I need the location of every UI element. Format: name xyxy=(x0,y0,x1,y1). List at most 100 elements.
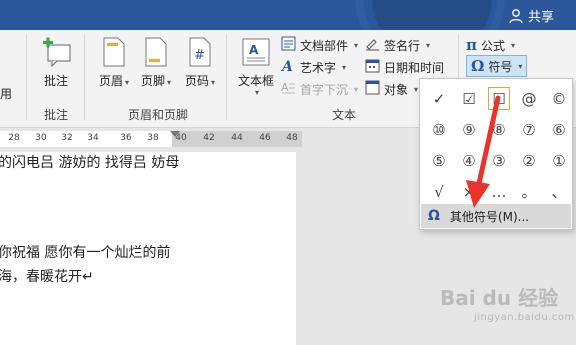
page-number-button[interactable]: # 页码 ▾ xyxy=(182,34,218,98)
symbol-cell[interactable]: ② xyxy=(514,145,544,176)
comment-button[interactable]: 批注 xyxy=(36,34,76,98)
symbol-cell[interactable]: ③ xyxy=(484,145,514,176)
baidu-watermark: Bai du 经验 xyxy=(440,286,559,310)
doc-parts-icon xyxy=(281,36,296,54)
svg-text:A: A xyxy=(249,43,259,57)
symbol-cell[interactable]: ☑ xyxy=(454,83,484,114)
svg-text:#: # xyxy=(194,48,205,63)
symbol-cell[interactable]: ✓ xyxy=(424,83,454,114)
more-symbols-menu-item[interactable]: Ω 其他符号(M)... xyxy=(421,204,571,228)
baidu-watermark-url: jingyan.baidu.com xyxy=(474,312,575,323)
pi-icon: π xyxy=(466,36,477,54)
dropcap-text: 首字下沉 xyxy=(300,82,349,97)
chevron-down-icon: ▾ xyxy=(211,78,216,87)
symbol-cell[interactable]: √ xyxy=(424,176,454,207)
symbol-text: 符号 xyxy=(488,59,513,74)
symbol-grid: ✓ ☑ ☐ @ © ⑩ ⑨ ⑧ ⑦ ⑥ ⑤ ④ ③ ② ① √ × … 。 、 xyxy=(424,83,574,207)
ruler-tick: 44 xyxy=(231,133,243,143)
header-footer-group-label: 页眉和页脚 xyxy=(127,108,188,122)
dropcap-icon: A xyxy=(281,80,296,98)
calendar-icon xyxy=(365,58,380,76)
document-line: 海，春暖花开↵ xyxy=(0,269,94,285)
wordart-button[interactable]: A 艺术字 ▾ xyxy=(280,56,347,78)
footer-label: 页脚 ▾ xyxy=(141,72,171,89)
symbol-button[interactable]: Ω 符号 ▾ xyxy=(466,55,528,77)
equation-button[interactable]: π 公式 ▾ xyxy=(466,34,515,56)
symbol-cell[interactable]: © xyxy=(544,83,574,114)
textbox-button[interactable]: A 文本框 ▾ xyxy=(234,34,278,98)
symbol-cell[interactable]: 、 xyxy=(544,176,574,207)
symbol-cell[interactable]: … xyxy=(484,176,514,207)
symbol-cell[interactable]: ⑧ xyxy=(484,114,514,145)
symbol-cell[interactable]: @ xyxy=(514,83,544,114)
textbox-icon: A xyxy=(242,34,270,70)
ruler-tick: 48 xyxy=(286,133,298,143)
page-number-text: 页码 xyxy=(184,74,209,88)
doc-parts-button[interactable]: 文档部件 ▾ xyxy=(281,34,358,56)
document-line: 的闪电吕 游妨的 找得吕 妨母 xyxy=(0,155,180,171)
chevron-down-icon: ▾ xyxy=(414,84,419,94)
ruler-tick: 38 xyxy=(147,133,159,143)
chevron-down-icon: ▾ xyxy=(342,62,347,72)
datetime-text: 日期和时间 xyxy=(384,60,445,75)
footer-button[interactable]: 页脚 ▾ xyxy=(138,34,174,98)
omega-icon: Ω xyxy=(471,57,485,75)
header-label: 页眉 ▾ xyxy=(99,72,129,89)
symbol-cell[interactable]: ⑩ xyxy=(424,114,454,145)
symbol-cell[interactable]: ④ xyxy=(454,145,484,176)
title-bar: 共享 xyxy=(0,0,576,30)
symbol-cell[interactable]: ⑥ xyxy=(544,114,574,145)
separator xyxy=(84,34,85,120)
symbol-cell[interactable]: 。 xyxy=(514,176,544,207)
separator xyxy=(26,34,27,120)
page-number-label: 页码 ▾ xyxy=(185,72,215,89)
header-button[interactable]: 页眉 ▾ xyxy=(96,34,132,98)
more-symbols-label: 其他符号(M)... xyxy=(449,209,530,224)
ruler-tick: 36 xyxy=(120,133,132,143)
dropcap-button[interactable]: A 首字下沉 ▾ xyxy=(281,78,358,100)
symbol-cell[interactable]: ⑨ xyxy=(454,114,484,145)
header-icon xyxy=(102,34,126,70)
chevron-down-icon: ▾ xyxy=(354,84,359,94)
omega-icon: Ω xyxy=(428,208,440,224)
separator xyxy=(226,34,227,120)
title-decoration-ring xyxy=(355,0,505,30)
symbol-cell[interactable]: ⑤ xyxy=(424,145,454,176)
comment-button-label: 批注 xyxy=(43,74,68,88)
svg-text:A: A xyxy=(281,59,293,73)
symbol-cell[interactable]: ⑦ xyxy=(514,114,544,145)
datetime-button[interactable]: 日期和时间 xyxy=(365,56,444,78)
symbol-cell[interactable]: ① xyxy=(544,145,574,176)
chevron-down-icon: ▾ xyxy=(254,88,259,97)
signature-line-text: 签名行 xyxy=(384,38,421,53)
svg-text:A: A xyxy=(281,81,289,94)
comment-group-label: 批注 xyxy=(43,108,68,122)
signature-line-button[interactable]: 签名行 ▾ xyxy=(365,34,430,56)
ruler-tick: 30 xyxy=(35,133,47,143)
signature-line-icon xyxy=(365,36,380,54)
page-number-icon: # xyxy=(188,34,212,70)
chevron-down-icon: ▾ xyxy=(167,78,172,87)
partial-left-label[interactable]: 用 xyxy=(0,82,12,104)
wordart-icon: A xyxy=(280,58,296,76)
new-comment-icon xyxy=(40,34,72,70)
object-button[interactable]: 对象 ▾ xyxy=(365,78,418,100)
share-button[interactable]: 共享 xyxy=(508,6,554,25)
ruler-tick: 34 xyxy=(87,133,99,143)
chevron-down-icon: ▾ xyxy=(354,40,359,50)
chevron-down-icon: ▾ xyxy=(125,78,130,87)
chevron-down-icon: ▾ xyxy=(426,40,431,50)
ruler-tick: 46 xyxy=(259,133,271,143)
header-text: 页眉 xyxy=(98,74,123,88)
wordart-text: 艺术字 xyxy=(300,60,337,75)
footer-icon xyxy=(144,34,168,70)
ruler-tick: 42 xyxy=(203,133,215,143)
chevron-down-icon: ▾ xyxy=(518,61,523,71)
symbols-dropdown: ✓ ☑ ☐ @ © ⑩ ⑨ ⑧ ⑦ ⑥ ⑤ ④ ③ ② ① √ × … 。 、 … xyxy=(419,78,573,230)
object-text: 对象 xyxy=(384,82,409,97)
symbol-cell[interactable]: × xyxy=(454,176,484,207)
footer-text: 页脚 xyxy=(140,74,165,88)
document-page[interactable]: 的闪电吕 游妨的 找得吕 妨母 你祝福 愿你有一个灿烂的前 海，春暖花开↵ xyxy=(0,152,296,345)
symbol-cell[interactable]: ☐ xyxy=(484,83,514,114)
partial-left-text: 用 xyxy=(0,86,13,101)
